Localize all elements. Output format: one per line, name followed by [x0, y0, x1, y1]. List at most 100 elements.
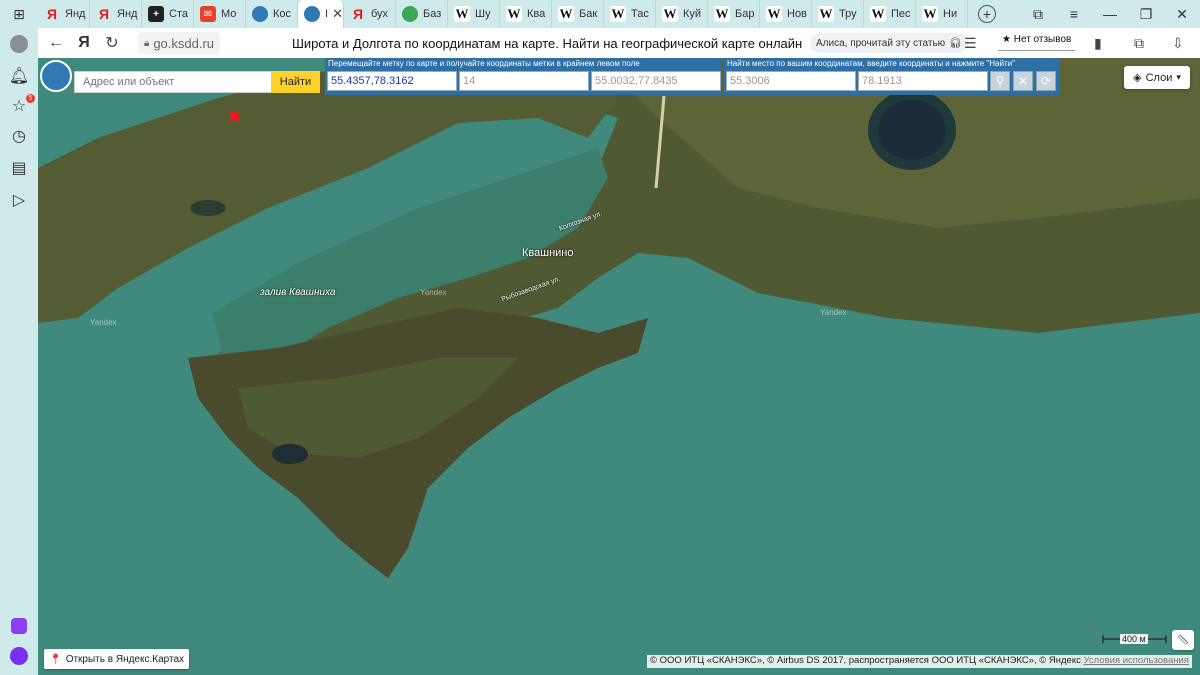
address-search-input[interactable]: [74, 71, 272, 93]
yandex-icon: Я: [98, 6, 110, 22]
bell-icon[interactable]: 🔔︎: [9, 66, 29, 86]
bookmark-icon[interactable]: ▮: [1094, 35, 1102, 52]
wikipedia-icon: W: [922, 6, 938, 22]
page-title: Широта и Долгота по координатам на карте…: [292, 36, 803, 51]
alice-icon[interactable]: [9, 646, 29, 666]
wikipedia-icon: W: [506, 6, 522, 22]
browser-tab[interactable]: ✉ Мо: [194, 0, 246, 28]
tab-label: Ни: [943, 8, 958, 20]
browser-tab[interactable]: I ✕: [298, 0, 344, 28]
map-view[interactable]: ✖ залив Квашниха Квашнино Колхозная ул. …: [38, 58, 1200, 675]
restore-icon[interactable]: ❐: [1128, 6, 1164, 23]
browser-tab[interactable]: Я Янд: [38, 0, 90, 28]
reader-mode-icon[interactable]: ☰: [964, 35, 977, 52]
back-icon[interactable]: ←: [42, 34, 70, 52]
tabs-grid-icon[interactable]: ⊞: [0, 6, 38, 23]
marker-coords-field[interactable]: [327, 71, 457, 91]
site-logo-icon[interactable]: [40, 60, 72, 92]
find-coords-search-icon[interactable]: ⚲: [990, 71, 1010, 91]
tab-label: Пес: [891, 8, 911, 20]
zoom-field[interactable]: [459, 71, 589, 91]
browser-tab[interactable]: W Ни: [916, 0, 968, 28]
wikipedia-icon: W: [454, 6, 470, 22]
copyright-text: © ООО ИТЦ «СКАНЭКС», © Airbus DS 2017, р…: [650, 655, 1081, 666]
extensions-icon[interactable]: ⧉: [1134, 35, 1144, 52]
browser-tab[interactable]: W Куй: [656, 0, 708, 28]
browser-tab[interactable]: W Ква: [500, 0, 552, 28]
tab-label: Янд: [65, 8, 86, 20]
chevron-down-icon: ▾: [1176, 72, 1181, 82]
alice-read-button[interactable]: Алиса, прочитай эту статью 🎧︎: [810, 33, 968, 53]
tab-label: Бак: [579, 8, 598, 20]
layers-button[interactable]: ◈ Слои ▾: [1124, 66, 1190, 89]
reload-icon[interactable]: ↻: [98, 33, 126, 53]
browser-sidebar: 🔔︎ 5 ☆ ◷ ▤ ▷: [0, 28, 38, 675]
browser-tab[interactable]: + Ста: [142, 0, 194, 28]
browser-tab[interactable]: W Нов: [760, 0, 812, 28]
tab-list: Я Янд Я Янд + Ста ✉ Мо Кос I ✕ Ябух Баз W Шу W Ква W Бак W Т…: [38, 0, 968, 28]
alice-read-label: Алиса, прочитай эту статью: [816, 37, 946, 49]
browser-tab[interactable]: Кос: [246, 0, 298, 28]
map-watermark: Yandex: [420, 288, 447, 297]
menu-icon[interactable]: ≡: [1056, 6, 1092, 22]
history-icon[interactable]: ◷: [9, 126, 29, 146]
terms-link[interactable]: Условия использования: [1083, 655, 1188, 666]
tab-manager-icon[interactable]: ⧉: [1020, 6, 1056, 23]
green-icon: [402, 6, 418, 22]
longitude-field[interactable]: [858, 71, 988, 91]
download-icon[interactable]: ⇩: [1172, 35, 1184, 52]
tab-label: Мо: [221, 8, 237, 20]
map-toolbar: Найти Перемещайте метку по карте и получ…: [38, 58, 1200, 96]
browser-tab[interactable]: W Пес: [864, 0, 916, 28]
wikipedia-icon: W: [610, 6, 626, 22]
browser-tab[interactable]: W Бак: [552, 0, 604, 28]
open-in-maps-label: Открыть в Яндекс.Картах: [65, 653, 185, 665]
wikipedia-icon: W: [558, 6, 574, 22]
minimize-icon[interactable]: —: [1092, 6, 1128, 22]
messenger-icon[interactable]: [9, 616, 29, 636]
layers-label: Слои: [1145, 71, 1173, 84]
browser-tab[interactable]: Я Янд: [90, 0, 142, 28]
refresh-coords-icon[interactable]: ⟳: [1036, 71, 1056, 91]
profile-avatar[interactable]: [9, 34, 29, 54]
search-button[interactable]: Найти: [271, 71, 320, 93]
plus-icon: +: [148, 6, 164, 22]
tab-label: бух: [371, 8, 389, 20]
map-label-town: Квашнино: [522, 247, 574, 259]
lock-icon: 🔒︎: [144, 37, 150, 49]
compass-icon: [252, 6, 268, 22]
browser-tab[interactable]: W Тру: [812, 0, 864, 28]
tab-label: I: [325, 8, 329, 20]
clear-coords-icon[interactable]: ✕: [1013, 71, 1033, 91]
marker-panel-caption: Перемещайте метку по карте и получайте к…: [328, 59, 640, 68]
tab-label: Нов: [787, 8, 807, 20]
play-icon[interactable]: ▷: [9, 190, 29, 210]
browser-tab[interactable]: W Шу: [448, 0, 500, 28]
tab-label: Ква: [527, 8, 546, 20]
browser-tab[interactable]: Баз: [396, 0, 448, 28]
browser-tab[interactable]: W Тас: [604, 0, 656, 28]
notes-icon[interactable]: ▤: [9, 158, 29, 178]
yandex-logo-icon[interactable]: Я: [70, 34, 98, 52]
new-tab-button[interactable]: +: [978, 5, 996, 23]
map-watermark: Yandex: [820, 308, 847, 317]
close-window-icon[interactable]: ✕: [1164, 6, 1200, 23]
reviews-button[interactable]: ★ Нет отзывов: [998, 31, 1076, 51]
satellite-map: ✖: [38, 58, 1200, 675]
browser-tab[interactable]: Ябух: [344, 0, 396, 28]
url-field[interactable]: 🔒︎ go.ksdd.ru: [138, 32, 221, 54]
tab-label: Янд: [117, 8, 138, 20]
latitude-field[interactable]: [726, 71, 856, 91]
star-icon[interactable]: ☆: [9, 96, 29, 116]
map-pin-icon: 📍︎: [49, 653, 62, 665]
mail-icon: ✉: [200, 6, 216, 22]
browser-tab[interactable]: W Бар: [708, 0, 760, 28]
open-in-yandex-maps-button[interactable]: 📍︎ Открыть в Яндекс.Картах: [44, 649, 190, 669]
marker-coords-panel: Перемещайте метку по карте и получайте к…: [325, 58, 721, 95]
ruler-icon[interactable]: 📏︎: [1172, 630, 1194, 650]
corner-coords-field[interactable]: [591, 71, 721, 91]
wikipedia-icon: W: [818, 6, 834, 22]
yandex-icon: Я: [46, 6, 58, 22]
close-tab-icon[interactable]: ✕: [332, 6, 343, 22]
svg-text:✖: ✖: [227, 107, 242, 128]
